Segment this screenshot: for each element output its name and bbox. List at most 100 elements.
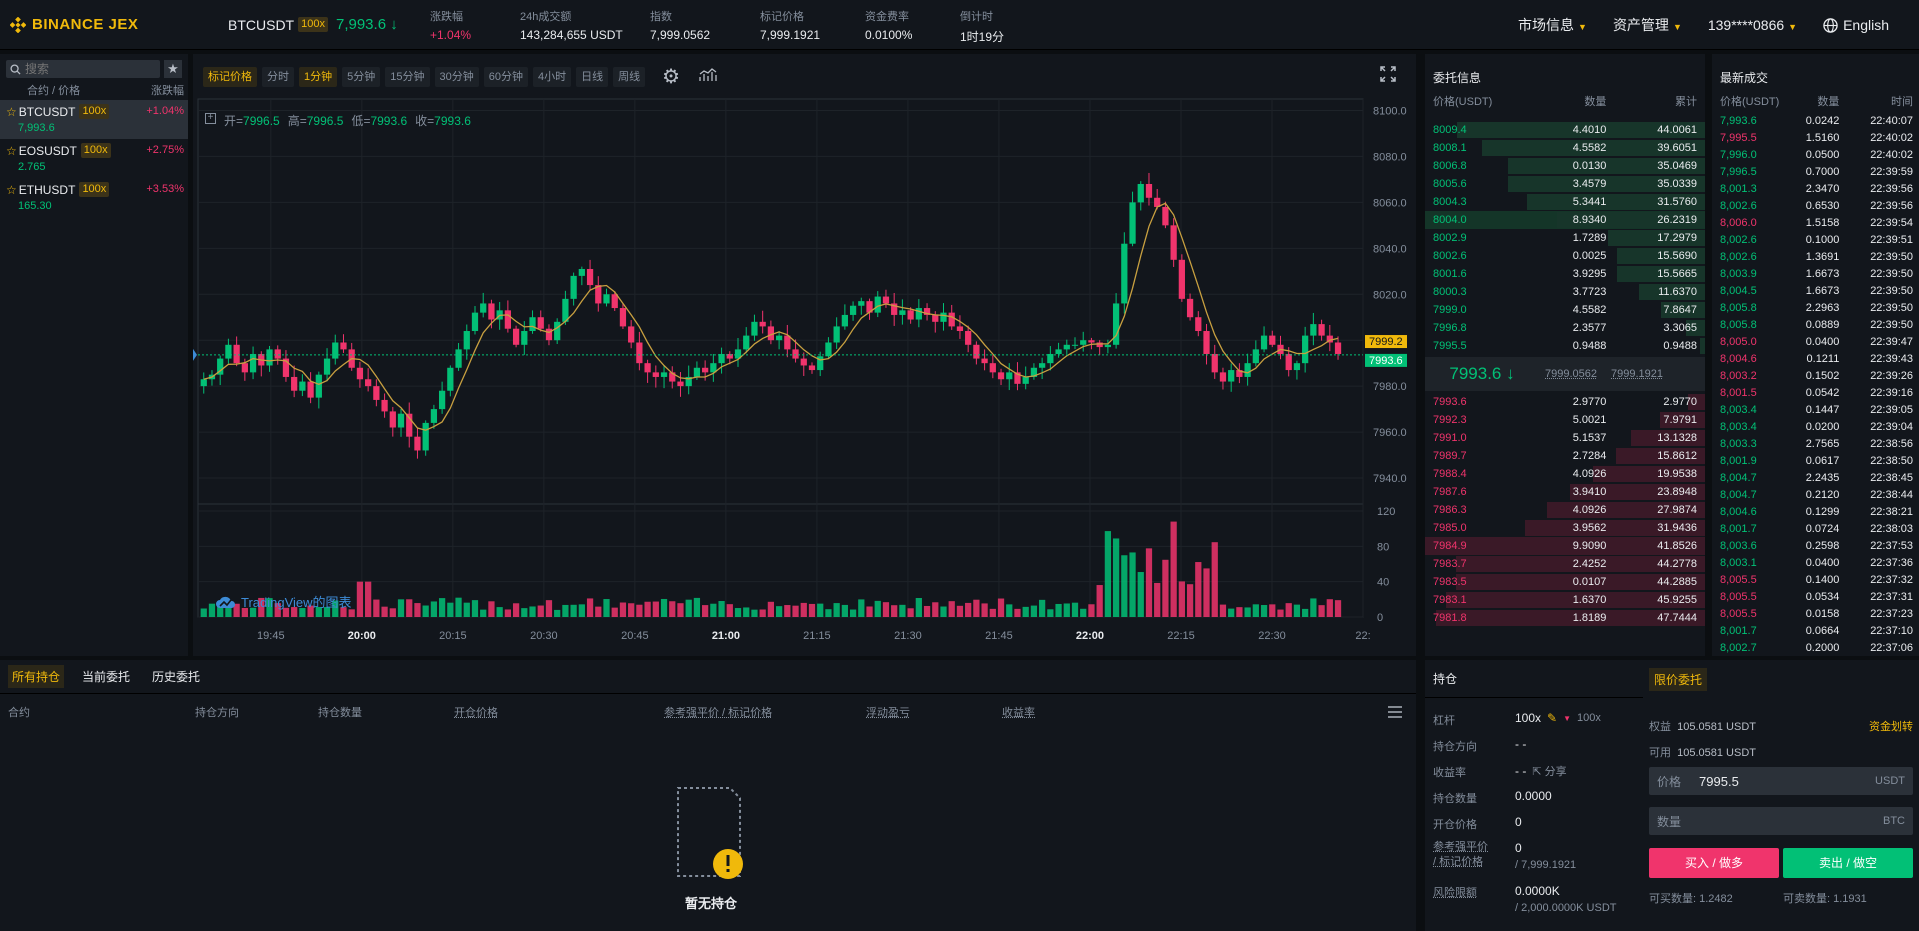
candle-body: [389, 411, 396, 428]
ask-row[interactable]: 8006.8 0.0130 35.0469: [1425, 157, 1705, 175]
trade-row: 8,004.5 1.6673 22:39:50: [1712, 283, 1919, 300]
bid-row[interactable]: 7991.0 5.1537 13.1328: [1425, 429, 1705, 447]
bid-row[interactable]: 7983.1 1.6370 45.9255: [1425, 591, 1705, 609]
tab-open-orders[interactable]: 当前委托: [78, 665, 134, 688]
qty-input[interactable]: [1707, 813, 1883, 829]
candle-body: [1162, 206, 1169, 226]
fullscreen-icon[interactable]: [1380, 66, 1396, 87]
scroll-handle-icon[interactable]: [193, 348, 197, 361]
bid-row[interactable]: 7983.5 0.0107 44.2885: [1425, 573, 1705, 591]
positions-tabs: 所有持仓 当前委托 历史委托: [0, 660, 1416, 694]
price-field-label: 价格: [1657, 774, 1682, 789]
favorite-star-icon[interactable]: ☆: [6, 183, 17, 197]
menu-market-info[interactable]: 市场信息 ▼: [1518, 15, 1587, 35]
bid-row[interactable]: 7993.6 2.9770 2.9770: [1425, 393, 1705, 411]
volume-bar: [430, 601, 438, 617]
timeframe-button[interactable]: 15分钟: [385, 66, 430, 87]
timeframe-button[interactable]: 4小时: [533, 66, 572, 87]
timeframe-button[interactable]: 标记价格: [203, 66, 257, 87]
favorite-star-icon[interactable]: ☆: [6, 105, 17, 119]
bid-row[interactable]: 7984.9 9.9090 41.8526: [1425, 537, 1705, 555]
search-box[interactable]: [6, 60, 160, 78]
favorites-star-icon[interactable]: ★: [164, 60, 182, 78]
bid-row[interactable]: 7987.6 3.9410 23.8948: [1425, 483, 1705, 501]
market-row[interactable]: ☆ EOSUSDT 100x +2.75% 2.765: [0, 139, 188, 178]
menu-account[interactable]: 139****0866 ▼: [1708, 17, 1797, 33]
menu-language[interactable]: English: [1823, 17, 1889, 33]
candlestick-chart[interactable]: 8100.08080.08060.08040.08020.08000.07980…: [193, 54, 1416, 656]
symbol-summary[interactable]: BTCUSDT 100x 7,993.6 ↓: [228, 16, 428, 33]
market-row[interactable]: ☆ ETHUSDT 100x +3.53% 165.30: [0, 178, 188, 217]
sell-short-button[interactable]: 卖出 / 做空: [1783, 848, 1913, 878]
ask-row[interactable]: 7999.0 4.5582 7.8647: [1425, 301, 1705, 319]
market-rows: ☆ BTCUSDT 100x +1.04% 7,993.6 ☆ EOSUSDT 100x +2.…: [0, 100, 188, 217]
tradingview-link[interactable]: TradingView的图表: [215, 592, 352, 611]
candle-body: [808, 365, 816, 371]
ob-qty: 4.5582: [1572, 142, 1607, 154]
tab-order-history[interactable]: 历史委托: [148, 665, 204, 688]
bid-row[interactable]: 7988.4 4.0926 19.9538: [1425, 465, 1705, 483]
gear-icon[interactable]: ⚙: [662, 64, 680, 89]
ask-row[interactable]: 8009.4 4.4010 44.0061: [1425, 121, 1705, 139]
market-row[interactable]: ☆ BTCUSDT 100x +1.04% 7,993.6: [0, 100, 188, 139]
tab-all-positions[interactable]: 所有持仓: [8, 665, 65, 688]
candle-body: [1022, 376, 1029, 384]
share-button[interactable]: ⇱ 分享: [1532, 763, 1566, 779]
timeframe-button[interactable]: 分时: [262, 66, 294, 87]
price-input[interactable]: [1699, 773, 1876, 789]
timeframe-button[interactable]: 5分钟: [342, 66, 381, 87]
ask-row[interactable]: 8002.6 0.0025 15.5690: [1425, 247, 1705, 265]
bid-row[interactable]: 7983.7 2.4252 44.2778: [1425, 555, 1705, 573]
volume-bar: [496, 607, 503, 617]
candle-body: [315, 374, 322, 398]
tab-limit-order[interactable]: 限价委托: [1649, 668, 1708, 691]
candle-body: [241, 363, 248, 373]
pos-col-liq-mark: 参考强平价 / 标记价格: [664, 707, 773, 719]
trades-rows: 7,993.6 0.0242 22:40:07 7,995.5 1.5160 22:40:…: [1712, 113, 1919, 674]
trade-row: 8,005.5 0.0534 22:37:31: [1712, 589, 1919, 606]
ask-row[interactable]: 8005.6 3.4579 35.0339: [1425, 175, 1705, 193]
volume-bar: [480, 609, 487, 617]
header-stat: 资金费率 0.0100%: [865, 8, 912, 42]
bid-row[interactable]: 7985.0 3.9562 31.9436: [1425, 519, 1705, 537]
ob-qty: 2.3577: [1572, 322, 1607, 334]
timeframe-button[interactable]: 日线: [576, 66, 609, 87]
ask-row[interactable]: 8004.3 5.3441 31.5760: [1425, 193, 1705, 211]
ob-total: 7.8647: [1663, 304, 1698, 316]
bid-row[interactable]: 7981.8 1.8189 47.7444: [1425, 609, 1705, 627]
ask-row[interactable]: 7995.5 0.9488 0.9488: [1425, 337, 1705, 355]
timeframe-button[interactable]: 1分钟: [299, 66, 338, 87]
buy-long-button[interactable]: 买入 / 做多: [1649, 848, 1779, 878]
binance-jex-logo[interactable]: BINANCE JEX: [10, 16, 210, 33]
candle-body: [1006, 372, 1013, 380]
column-settings-icon[interactable]: [1388, 706, 1402, 721]
indicator-icon[interactable]: [699, 68, 717, 85]
volume-bar: [381, 606, 388, 617]
timeframe-button[interactable]: 周线: [613, 66, 646, 87]
timeframe-button[interactable]: 60分钟: [483, 66, 528, 87]
crosshair-icon[interactable]: +: [205, 113, 216, 124]
bid-row[interactable]: 7989.7 2.7284 15.8612: [1425, 447, 1705, 465]
candle-body: [775, 335, 783, 341]
ask-row[interactable]: 8002.9 1.7289 17.2979: [1425, 229, 1705, 247]
volume-bar: [923, 605, 931, 617]
volume-bar: [1063, 603, 1070, 617]
ask-row[interactable]: 7996.8 2.3577 3.3065: [1425, 319, 1705, 337]
trade-price: 8,001.9: [1720, 455, 1757, 467]
market-change: +3.53%: [146, 183, 184, 195]
ask-row[interactable]: 8008.1 4.5582 39.6051: [1425, 139, 1705, 157]
search-input[interactable]: [25, 62, 145, 76]
ask-row[interactable]: 8001.6 3.9295 15.5665: [1425, 265, 1705, 283]
timeframe-button[interactable]: 30分钟: [434, 66, 479, 87]
edit-icon[interactable]: ✎: [1547, 711, 1557, 725]
ask-row[interactable]: 8000.3 3.7723 11.6370: [1425, 283, 1705, 301]
ask-row[interactable]: 8004.0 8.9340 26.2319: [1425, 211, 1705, 229]
trade-time: 22:39:26: [1870, 370, 1914, 382]
candle-body: [907, 310, 914, 320]
menu-asset-management[interactable]: 资产管理 ▼: [1613, 15, 1682, 35]
favorite-star-icon[interactable]: ☆: [6, 144, 17, 158]
trade-row: 8,003.4 0.0200 22:39:04: [1712, 419, 1919, 436]
bid-row[interactable]: 7992.3 5.0021 7.9791: [1425, 411, 1705, 429]
bid-row[interactable]: 7986.3 4.0926 27.9874: [1425, 501, 1705, 519]
transfer-link[interactable]: 资金划转: [1869, 718, 1913, 734]
